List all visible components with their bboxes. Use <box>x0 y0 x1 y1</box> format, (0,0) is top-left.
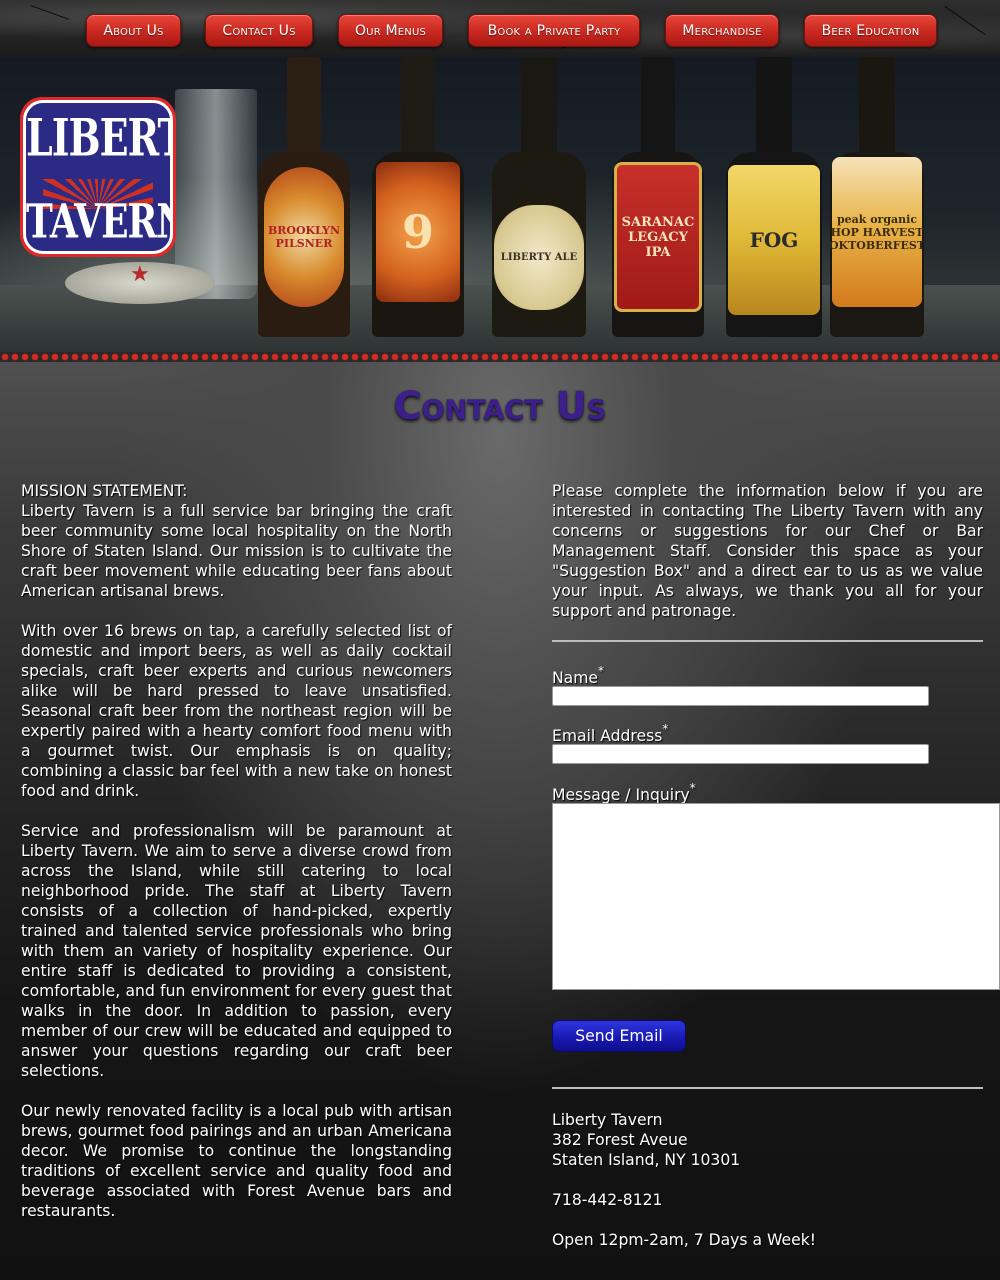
required-marker: * <box>662 722 669 736</box>
form-intro: Please complete the information below if… <box>552 482 983 620</box>
nav-beer-education[interactable]: Beer Education <box>804 14 937 47</box>
nav-our-menus[interactable]: Our Menus <box>338 14 443 47</box>
nav-book-private-party[interactable]: Book a Private Party <box>468 14 640 47</box>
top-navigation: About Us Contact Us Our Menus Book a Pri… <box>0 0 1000 57</box>
hero-bottle-label: peak organic HOP HARVEST OKTOBERFEST <box>829 157 925 307</box>
message-label: Message / Inquiry* <box>552 781 696 805</box>
logo-text: TAVERN <box>26 194 173 250</box>
email-input[interactable] <box>552 744 929 764</box>
mission-paragraph: With over 16 brews on tap, a carefully s… <box>21 622 452 800</box>
business-name: Liberty Tavern <box>552 1111 663 1129</box>
name-label-text: Name <box>552 669 599 688</box>
hero-bottle-fog: FOG <box>726 57 822 347</box>
hero-bottle-label: 9 <box>376 162 460 302</box>
texture-crack <box>944 5 986 36</box>
texture-crack <box>31 5 69 20</box>
hero-banner: ★ BROOKLYN PILSNER 9 LIBERTY ALE SARANAC… <box>0 57 1000 355</box>
street-address: 382 Forest Aveue <box>552 1131 688 1149</box>
star-icon: ★ <box>130 262 150 287</box>
city-state-zip: Staten Island, NY 10301 <box>552 1151 741 1169</box>
hero-bottle-saranac: SARANAC LEGACY IPA <box>612 57 704 347</box>
mission-paragraph: Service and professionalism will be para… <box>21 822 452 1080</box>
phone-number[interactable]: 718-442-8121 <box>552 1190 983 1210</box>
mission-statement: MISSION STATEMENT: Liberty Tavern is a f… <box>21 481 452 1241</box>
liberty-tavern-logo[interactable]: LIBERTY TAVERN <box>20 97 176 257</box>
mission-heading: MISSION STATEMENT: <box>21 482 188 500</box>
required-marker: * <box>689 781 696 795</box>
hero-bottle-label: LIBERTY ALE <box>494 205 584 310</box>
send-email-button[interactable]: Send Email <box>552 1020 686 1052</box>
nav-merchandise[interactable]: Merchandise <box>665 14 779 47</box>
divider-line <box>552 640 983 642</box>
logo-text: LIBERTY <box>26 107 170 168</box>
divider-line <box>552 1087 983 1089</box>
hero-bottle-label: BROOKLYN PILSNER <box>264 167 344 307</box>
hero-bottle-nine: 9 <box>372 57 464 347</box>
mission-paragraph: Our newly renovated facility is a local … <box>21 1102 452 1220</box>
nav-about-us[interactable]: About Us <box>86 14 181 47</box>
business-hours: Open 12pm-2am, 7 Days a Week! <box>552 1231 816 1249</box>
hero-bottle-label: SARANAC LEGACY IPA <box>614 162 702 312</box>
nav-contact-us[interactable]: Contact Us <box>205 14 313 47</box>
contact-intro: Please complete the information below if… <box>552 481 983 621</box>
mission-paragraph: Liberty Tavern is a full service bar bri… <box>21 502 452 600</box>
hero-bottle-liberty-ale: LIBERTY ALE <box>492 57 586 347</box>
email-label-text: Email Address <box>552 727 663 746</box>
hero-bottle-label: FOG <box>728 165 820 315</box>
page-title: Contact Us <box>393 384 607 428</box>
contact-info: Liberty Tavern 382 Forest Aveue Staten I… <box>552 1110 983 1250</box>
message-label-text: Message / Inquiry <box>552 786 690 805</box>
hero-bottle-brooklyn: BROOKLYN PILSNER <box>258 57 350 347</box>
name-input[interactable] <box>552 686 929 706</box>
email-label: Email Address* <box>552 722 669 746</box>
name-label: Name* <box>552 664 605 688</box>
message-textarea[interactable] <box>552 803 1000 990</box>
required-marker: * <box>598 664 605 678</box>
hero-bottle-peak: peak organic HOP HARVEST OKTOBERFEST <box>829 57 925 347</box>
dotted-divider <box>0 352 1000 362</box>
